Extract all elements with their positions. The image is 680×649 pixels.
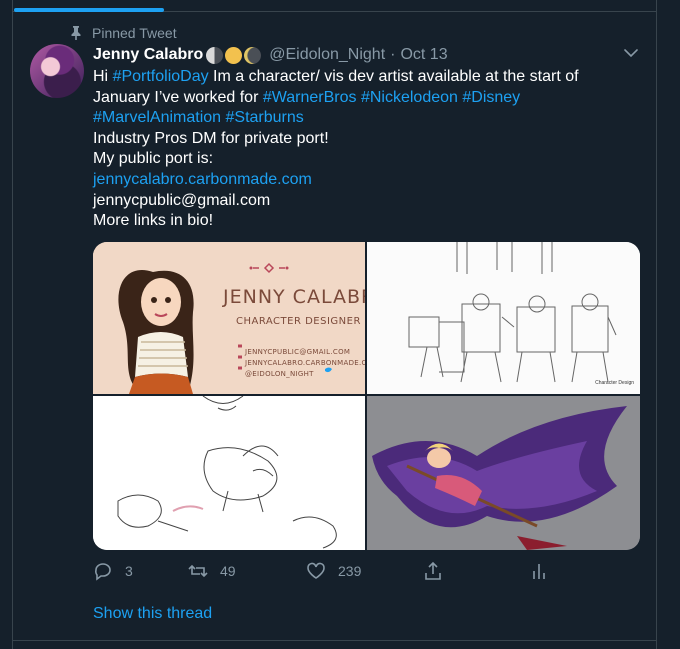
card-site-text: JENNYCALABRO.CARBONMADE.COM bbox=[245, 359, 365, 367]
retweet-icon bbox=[188, 564, 208, 578]
reply-icon bbox=[95, 563, 111, 581]
media-grid: JENNY CALABRO CHARACTER DESIGNER JENNYCP… bbox=[93, 242, 640, 550]
character-design-caption: Character Design bbox=[595, 380, 634, 386]
hashtag-link[interactable]: #WarnerBros bbox=[263, 89, 357, 106]
hashtag-link[interactable]: #PortfolioDay bbox=[113, 68, 209, 85]
column-border-left bbox=[12, 0, 13, 649]
tweet-line: January I’ve worked for #WarnerBros #Nic… bbox=[93, 88, 643, 109]
show-thread-link[interactable]: Show this thread bbox=[93, 605, 212, 623]
pinned-tweet-label: Pinned Tweet bbox=[70, 24, 177, 42]
media-image-business-card[interactable]: JENNY CALABRO CHARACTER DESIGNER JENNYCP… bbox=[93, 242, 365, 394]
analytics-icon bbox=[533, 564, 545, 579]
share-icon bbox=[425, 561, 441, 580]
tweet-line: Industry Pros DM for private port! bbox=[93, 129, 329, 147]
tweet-text: Hi #PortfolioDay Im a character/ vis dev… bbox=[93, 67, 643, 232]
moon-emoji-icon bbox=[244, 46, 262, 64]
hashtag-link[interactable]: #MarvelAnimation bbox=[93, 109, 221, 126]
card-email-text: JENNYCPUBLIC@GMAIL.COM bbox=[245, 348, 351, 356]
text-run: January I’ve worked for bbox=[93, 88, 263, 106]
retweet-button[interactable]: 49 bbox=[188, 560, 236, 582]
separator-dot: · bbox=[390, 46, 396, 63]
tweet-line: My public port is: bbox=[93, 150, 214, 168]
timestamp[interactable]: Oct 13 bbox=[400, 46, 447, 64]
display-name[interactable]: Jenny Calabro bbox=[93, 46, 203, 64]
reply-count: 3 bbox=[125, 563, 133, 579]
bottom-divider bbox=[12, 640, 657, 641]
full-moon-emoji-icon bbox=[225, 46, 243, 64]
portfolio-link[interactable]: jennycalabro.carbonmade.com bbox=[93, 170, 643, 191]
avatar[interactable] bbox=[30, 44, 84, 98]
pin-icon bbox=[71, 26, 81, 40]
robot-sketch-illustration bbox=[367, 242, 640, 394]
share-button[interactable] bbox=[423, 560, 443, 582]
like-icon bbox=[307, 562, 325, 579]
tweet-header: Jenny Calabro @Eidolon_Night · Oct 13 bbox=[93, 44, 448, 66]
griffin-sketch-illustration bbox=[93, 396, 365, 550]
caret-down-icon[interactable] bbox=[622, 44, 640, 62]
card-name-text: JENNY CALABRO bbox=[223, 286, 365, 308]
witch-on-broom-illustration bbox=[367, 396, 640, 550]
moon-emoji-icon bbox=[206, 46, 224, 64]
tweet-actions: 3 49 239 bbox=[93, 560, 563, 582]
like-count: 239 bbox=[338, 563, 362, 579]
tweet-line: Hi #PortfolioDay Im a character/ vis dev… bbox=[93, 67, 643, 88]
hashtag-link[interactable]: #Disney bbox=[462, 89, 520, 106]
tweet-line: #MarvelAnimation #Starburns bbox=[93, 108, 643, 129]
media-image-sketches[interactable] bbox=[93, 396, 365, 550]
hashtag-link[interactable]: #Nickelodeon bbox=[361, 89, 458, 106]
text-run: Im a character/ vis dev artist available… bbox=[208, 68, 579, 85]
column-border-right bbox=[656, 0, 657, 649]
active-tab-indicator bbox=[14, 8, 164, 12]
hashtag-link[interactable]: #Starburns bbox=[226, 109, 304, 126]
handle[interactable]: @Eidolon_Night bbox=[269, 46, 385, 64]
card-role-text: CHARACTER DESIGNER bbox=[236, 316, 361, 327]
reply-button[interactable]: 3 bbox=[93, 560, 133, 582]
card-social-text: @EIDOLON_NIGHT bbox=[245, 370, 314, 378]
tweet-line: jennycpublic@gmail.com bbox=[93, 191, 271, 209]
tweet-line: More links in bio! bbox=[93, 212, 214, 230]
media-image-witch-painting[interactable] bbox=[367, 396, 640, 550]
analytics-button[interactable] bbox=[529, 560, 549, 582]
text-run: Hi bbox=[93, 68, 113, 85]
pinned-text: Pinned Tweet bbox=[92, 25, 177, 41]
like-button[interactable]: 239 bbox=[306, 560, 361, 582]
media-image-character-design[interactable]: Character Design bbox=[367, 242, 640, 394]
retweet-count: 49 bbox=[220, 563, 236, 579]
